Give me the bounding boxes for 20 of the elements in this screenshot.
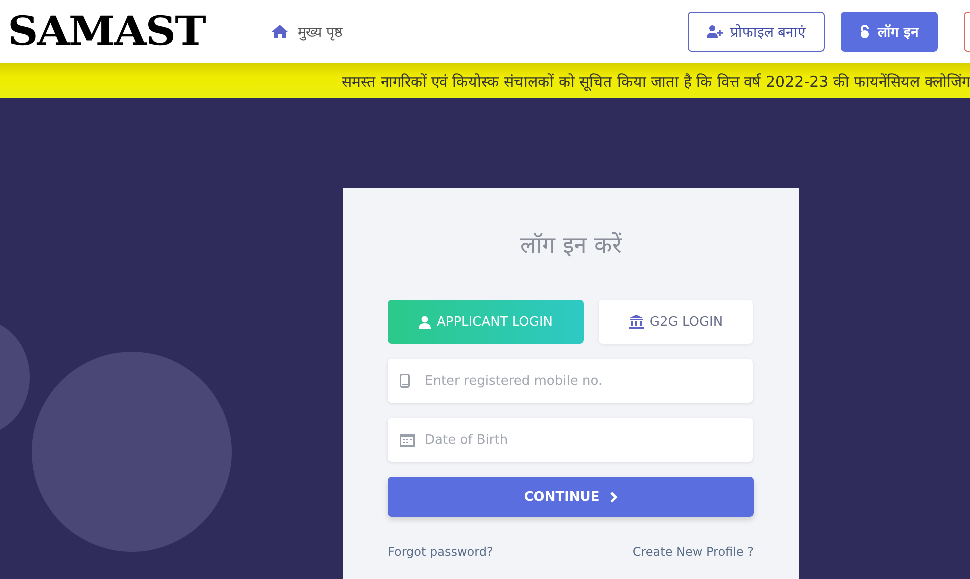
chevron-right-icon bbox=[610, 492, 618, 502]
calendar-icon bbox=[400, 433, 415, 447]
home-link[interactable]: मुख्य पृष्ठ bbox=[272, 22, 342, 41]
forgot-password-link[interactable]: Forgot password? bbox=[388, 545, 494, 559]
bank-icon bbox=[628, 315, 644, 329]
person-icon bbox=[418, 316, 431, 328]
date-of-birth-field[interactable]: Date of Birth bbox=[388, 418, 753, 462]
login-tab[interactable]: G2G LOGIN bbox=[599, 300, 753, 344]
header-button-edge[interactable] bbox=[964, 12, 970, 52]
create-profile-button[interactable]: प्रोफाइल बनाएं bbox=[688, 12, 826, 52]
login-title: लॉग इन करें bbox=[520, 231, 624, 260]
create-profile-link[interactable]: Create New Profile ? bbox=[632, 545, 754, 559]
phone-icon bbox=[400, 374, 410, 388]
site-logo[interactable]: SAMAST bbox=[8, 8, 206, 55]
login-button[interactable]: लॉग इन bbox=[841, 12, 938, 52]
mobile-number-field[interactable]: Enter registered mobile no. bbox=[388, 359, 753, 403]
notice-text: समस्त नागरिकों एवं कियोस्क संचालकों को सूचित किया जाता है कि वित्त वर्ष 2022-23 की फायनेंसियल क्लोजिंग bbox=[342, 72, 970, 90]
continue-button[interactable]: CONTINUE bbox=[388, 477, 754, 517]
home-icon bbox=[272, 25, 288, 38]
add-user-icon bbox=[706, 25, 723, 38]
